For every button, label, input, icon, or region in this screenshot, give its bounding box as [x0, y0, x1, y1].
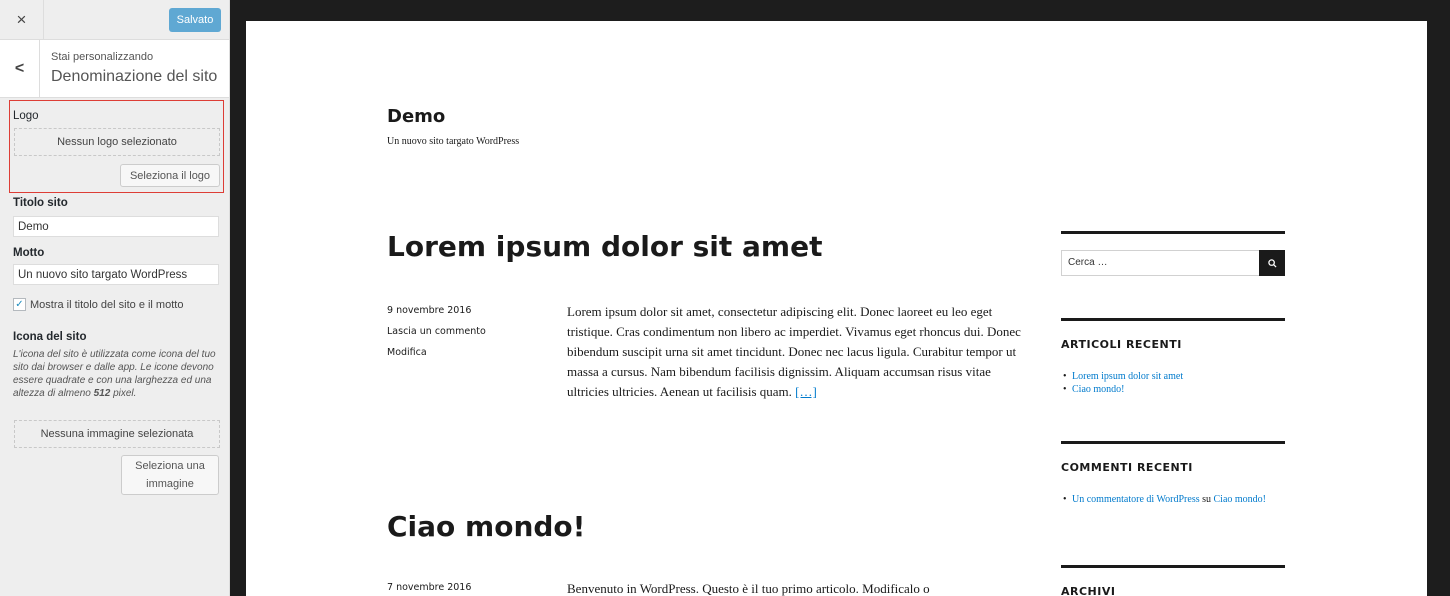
select-image-line2: immagine [146, 478, 194, 490]
site-icon-placeholder[interactable]: Nessuna immagine selezionata [14, 420, 220, 448]
select-logo-button[interactable]: Seleziona il logo [120, 164, 220, 187]
widget-divider [1061, 318, 1285, 321]
widget-divider [1061, 565, 1285, 568]
recent-post-link[interactable]: Lorem ipsum dolor sit amet [1072, 371, 1183, 382]
comment-author-link[interactable]: Un commentatore di WordPress [1072, 494, 1200, 505]
recent-posts-list: Lorem ipsum dolor sit amet Ciao mondo! [1061, 370, 1285, 396]
edit-link[interactable]: Modifica [387, 347, 427, 358]
site-title[interactable]: Demo [387, 106, 445, 127]
customizer-header: × Salvato [0, 0, 229, 40]
post-title[interactable]: Lorem ipsum dolor sit amet [387, 230, 822, 263]
list-item: Ciao mondo! [1061, 383, 1285, 396]
site-preview: Demo Un nuovo sito targato WordPress Lor… [246, 21, 1427, 596]
recent-post-link[interactable]: Ciao mondo! [1072, 384, 1125, 395]
recent-comments-title: COMMENTI RECENTI [1061, 461, 1193, 474]
customizer-sidebar: × Salvato < Stai personalizzando Denomin… [0, 0, 230, 596]
display-title-label: Mostra il titolo del sito e il motto [30, 298, 184, 311]
site-icon-description: L'icona del sito è utilizzata come icona… [13, 349, 216, 399]
archives-title: ARCHIVI [1061, 585, 1116, 596]
comment-link[interactable]: Lascia un commento [387, 326, 486, 337]
post-excerpt: Lorem ipsum dolor sit amet, consectetur … [567, 304, 1021, 399]
recent-comments-list: Un commentatore di WordPress su Ciao mon… [1061, 493, 1285, 506]
comment-post-link[interactable]: Ciao mondo! [1214, 494, 1267, 505]
read-more-link[interactable]: […] [795, 384, 817, 399]
list-item: Un commentatore di WordPress su Ciao mon… [1061, 493, 1285, 506]
recent-posts-title: ARTICOLI RECENTI [1061, 338, 1182, 351]
search-input[interactable]: Cerca … [1068, 257, 1107, 268]
section-header: < Stai personalizzando Denominazione del… [0, 40, 229, 98]
display-title-row: ✓ Mostra il titolo del sito e il motto [13, 298, 183, 311]
display-title-checkbox[interactable]: ✓ [13, 298, 26, 311]
post-date[interactable]: 7 novembre 2016 [387, 582, 471, 593]
back-icon[interactable]: < [0, 40, 40, 98]
site-icon-label: Icona del sito [13, 331, 87, 343]
search-form: Cerca … [1061, 250, 1285, 276]
widget-divider [1061, 231, 1285, 234]
close-icon[interactable]: × [0, 0, 44, 40]
post-date[interactable]: 9 novembre 2016 [387, 305, 471, 316]
logo-label: Logo [13, 110, 39, 122]
site-title-label: Titolo sito [13, 197, 68, 209]
logo-placeholder[interactable]: Nessun logo selezionato [14, 128, 220, 156]
search-icon[interactable] [1259, 250, 1285, 276]
site-title-input[interactable]: Demo [13, 216, 219, 237]
tagline-label: Motto [13, 247, 45, 259]
section-subtitle: Stai personalizzando [51, 51, 154, 63]
select-image-button[interactable]: Seleziona una immagine [121, 455, 219, 495]
widget-divider [1061, 441, 1285, 444]
tagline-input[interactable]: Un nuovo sito targato WordPress [13, 264, 219, 285]
post-excerpt: Benvenuto in WordPress. Questo è il tuo … [567, 581, 930, 596]
post-title[interactable]: Ciao mondo! [387, 510, 585, 543]
list-item: Lorem ipsum dolor sit amet [1061, 370, 1285, 383]
section-title: Denominazione del sito [51, 68, 218, 85]
site-description: Un nuovo sito targato WordPress [387, 136, 520, 147]
select-image-line1: Seleziona una [135, 460, 205, 472]
save-button[interactable]: Salvato [169, 8, 221, 32]
